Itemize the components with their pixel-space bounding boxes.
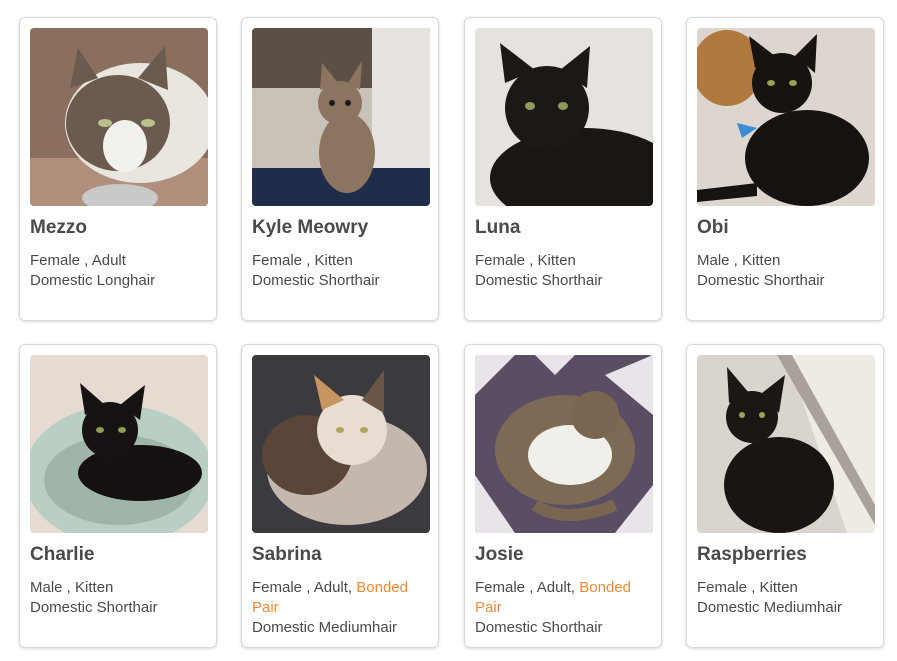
cat-breed: Domestic Mediumhair bbox=[252, 619, 398, 636]
cat-name[interactable]: Charlie bbox=[30, 544, 94, 566]
cat-card[interactable]: Kyle Meowry Female , Kitten Domestic Sho… bbox=[241, 17, 439, 321]
cat-age: Kitten bbox=[742, 252, 781, 269]
cat-name[interactable]: Sabrina bbox=[252, 544, 322, 566]
cat-photo[interactable] bbox=[475, 28, 653, 206]
cat-photo[interactable] bbox=[30, 28, 208, 206]
cat-sex: Female bbox=[697, 579, 748, 596]
cat-photo[interactable] bbox=[252, 355, 430, 533]
cat-sex: Female bbox=[475, 579, 526, 596]
cat-name[interactable]: Luna bbox=[475, 217, 520, 239]
cat-photo[interactable] bbox=[697, 355, 875, 533]
cat-details: Female , Kitten Domestic Shorthair bbox=[252, 252, 380, 289]
cat-card[interactable]: Obi Male , Kitten Domestic Shorthair bbox=[686, 17, 884, 321]
cat-breed: Domestic Shorthair bbox=[475, 272, 603, 289]
cat-card[interactable]: Josie Female , Adult, Bonded Pair Domest… bbox=[464, 344, 662, 648]
cat-photo[interactable] bbox=[252, 28, 430, 206]
cat-breed: Domestic Shorthair bbox=[475, 619, 603, 636]
cat-breed: Domestic Mediumhair bbox=[697, 599, 843, 616]
cat-photo[interactable] bbox=[697, 28, 875, 206]
cat-age: Kitten bbox=[314, 252, 353, 269]
cat-name[interactable]: Kyle Meowry bbox=[252, 217, 368, 239]
cat-details: Male , Kitten Domestic Shorthair bbox=[697, 252, 825, 289]
cat-age: Adult, bbox=[536, 579, 576, 596]
cat-details: Female , Adult Domestic Longhair bbox=[30, 252, 156, 289]
cat-card[interactable]: Mezzo Female , Adult Domestic Longhair bbox=[19, 17, 217, 321]
cat-breed: Domestic Shorthair bbox=[697, 272, 825, 289]
cat-age: Adult, bbox=[313, 579, 353, 596]
cat-sex: Female bbox=[30, 252, 81, 269]
cat-details: Female , Kitten Domestic Shorthair bbox=[475, 252, 603, 289]
cat-details: Female , Kitten Domestic Mediumhair bbox=[697, 579, 843, 616]
cat-card[interactable]: Charlie Male , Kitten Domestic Shorthair bbox=[19, 344, 217, 648]
cat-breed: Domestic Longhair bbox=[30, 272, 156, 289]
cat-name[interactable]: Obi bbox=[697, 217, 729, 239]
cat-photo[interactable] bbox=[30, 355, 208, 533]
cat-breed: Domestic Shorthair bbox=[252, 272, 380, 289]
cat-name[interactable]: Raspberries bbox=[697, 544, 807, 566]
cat-sex: Female bbox=[252, 579, 303, 596]
cat-age: Kitten bbox=[759, 579, 798, 596]
cat-age: Kitten bbox=[75, 579, 114, 596]
cat-sex: Male bbox=[30, 579, 63, 596]
cat-details: Male , Kitten Domestic Shorthair bbox=[30, 579, 158, 616]
cat-sex: Male bbox=[697, 252, 730, 269]
cat-details: Female , Adult, Bonded Pair Domestic Med… bbox=[252, 579, 408, 636]
cat-photo[interactable] bbox=[475, 355, 653, 533]
cat-name[interactable]: Mezzo bbox=[30, 217, 87, 239]
cat-card[interactable]: Raspberries Female , Kitten Domestic Med… bbox=[686, 344, 884, 648]
cat-breed: Domestic Shorthair bbox=[30, 599, 158, 616]
cat-card[interactable]: Luna Female , Kitten Domestic Shorthair bbox=[464, 17, 662, 321]
cat-details: Female , Adult, Bonded Pair Domestic Sho… bbox=[475, 579, 631, 636]
cat-name[interactable]: Josie bbox=[475, 544, 524, 566]
cat-age: Adult bbox=[91, 252, 126, 269]
cat-card[interactable]: Sabrina Female , Adult, Bonded Pair Dome… bbox=[241, 344, 439, 648]
cat-age: Kitten bbox=[537, 252, 576, 269]
cat-sex: Female bbox=[475, 252, 526, 269]
cat-sex: Female bbox=[252, 252, 303, 269]
